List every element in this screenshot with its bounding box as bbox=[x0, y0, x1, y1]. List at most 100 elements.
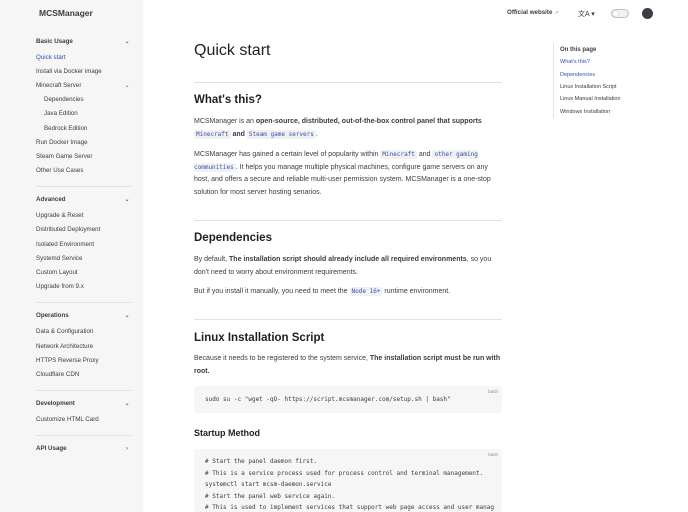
sidebar-item-label: Quick start bbox=[36, 53, 66, 61]
sidebar-group-title: API Usage bbox=[36, 445, 67, 453]
sidebar-item-label: HTTPS Reverse Proxy bbox=[36, 356, 99, 364]
code-block-install[interactable]: bash sudo su -c "wget -qO- https://scrip… bbox=[194, 386, 502, 413]
sidebar-item[interactable]: Upgrade from 9.x bbox=[36, 280, 131, 294]
sidebar-item[interactable]: Upgrade & Reset bbox=[36, 209, 131, 223]
table-of-contents: On this page What's this? Dependencies Lin… bbox=[553, 43, 663, 118]
sidebar-item-label: Other Use Cases bbox=[36, 167, 84, 175]
sidebar-item[interactable]: Other Use Cases bbox=[36, 164, 131, 178]
sidebar-item-label: Bedrock Edition bbox=[44, 124, 88, 132]
dependencies-paragraph-1: By default, The installation script shou… bbox=[194, 254, 504, 279]
toc-item[interactable]: Linux Manual Installation bbox=[554, 93, 663, 105]
sidebar-group-header[interactable]: Basic Usage ⌄ bbox=[36, 35, 131, 47]
brand-logo[interactable]: MCSManager bbox=[39, 8, 93, 18]
sidebar-item[interactable]: Steam Game Server bbox=[36, 149, 131, 163]
sidebar-group-header[interactable]: Operations ⌄ bbox=[36, 310, 131, 322]
github-icon[interactable] bbox=[642, 8, 653, 19]
code-language-label: bash bbox=[488, 452, 498, 457]
heading-startup-method: Startup Method bbox=[194, 428, 260, 438]
sidebar-item-label: Java Edition bbox=[44, 110, 78, 118]
chevron-down-icon[interactable]: ⌄ bbox=[123, 312, 131, 319]
sidebar-item-label: Distributed Deployment bbox=[36, 226, 101, 234]
chevron-down-icon[interactable]: ⌄ bbox=[123, 196, 131, 203]
text: . It helps you manage multiple physical … bbox=[194, 163, 491, 196]
toggle-knob bbox=[613, 11, 618, 16]
code-content: sudo su -c "wget -qO- https://script.mcs… bbox=[205, 396, 451, 403]
text: By default, bbox=[194, 256, 230, 263]
theme-toggle[interactable] bbox=[611, 9, 629, 18]
external-link-icon: ↗ bbox=[554, 9, 559, 16]
sidebar-item-label: Systemd Service bbox=[36, 254, 83, 262]
page-title: Quick start bbox=[194, 42, 271, 59]
sidebar-item[interactable]: Minecraft Server ⌄ bbox=[36, 78, 131, 92]
divider bbox=[194, 82, 502, 83]
strong-text: and bbox=[230, 130, 247, 138]
text: Because it needs to be registered to the… bbox=[194, 355, 370, 362]
sidebar-item-label: Run Docker Image bbox=[36, 138, 88, 146]
sidebar-group-header[interactable]: API Usage › bbox=[36, 443, 131, 455]
sidebar-item[interactable]: Systemd Service bbox=[36, 251, 131, 265]
toc-title: On this page bbox=[560, 46, 597, 53]
sidebar-item-label: Upgrade from 9.x bbox=[36, 283, 84, 291]
inline-code: Minecraft bbox=[380, 150, 417, 159]
sidebar-item[interactable]: Customize HTML Card bbox=[36, 413, 131, 427]
sidebar-group-header[interactable]: Advanced ⌄ bbox=[36, 194, 131, 206]
text: runtime environment. bbox=[382, 288, 451, 295]
linux-script-paragraph: Because it needs to be registered to the… bbox=[194, 353, 504, 378]
toc-item[interactable]: Dependencies bbox=[554, 68, 663, 80]
sidebar-item-label: Customize HTML Card bbox=[36, 416, 99, 424]
sidebar-group-header[interactable]: Development ⌄ bbox=[36, 398, 131, 410]
strong-text: The installation script should already i… bbox=[229, 256, 467, 263]
sidebar-item-label: Upgrade & Reset bbox=[36, 212, 84, 220]
language-switcher-icon[interactable]: 文A ▾ bbox=[578, 9, 595, 19]
sidebar-item-label: Data & Configuration bbox=[36, 328, 94, 336]
sidebar-item-label: Dependencies bbox=[44, 96, 84, 104]
code-block-startup[interactable]: bash # Start the panel daemon first. # T… bbox=[194, 449, 502, 512]
sidebar-item[interactable]: Custom Layout bbox=[36, 265, 131, 279]
dependencies-paragraph-2: But if you install it manually, you need… bbox=[194, 286, 504, 299]
sidebar-item-label: Network Architecture bbox=[36, 342, 94, 350]
sidebar-item[interactable]: HTTPS Reverse Proxy bbox=[36, 353, 131, 367]
text: But if you install it manually, you need… bbox=[194, 288, 350, 295]
chevron-down-icon[interactable]: ⌄ bbox=[123, 82, 131, 89]
sidebar-item[interactable]: Network Architecture bbox=[36, 339, 131, 353]
sidebar-item-label: Cloudflare CDN bbox=[36, 370, 80, 378]
sidebar-item[interactable]: Cloudflare CDN bbox=[36, 367, 131, 381]
heading-whats-this: What's this? bbox=[194, 94, 262, 106]
sidebar-separator bbox=[36, 434, 131, 436]
chevron-down-icon[interactable]: ⌄ bbox=[123, 38, 131, 45]
sidebar-item[interactable]: Distributed Deployment bbox=[36, 223, 131, 237]
text: . bbox=[315, 130, 318, 138]
sidebar-group-title: Basic Usage bbox=[36, 37, 73, 45]
sidebar-item[interactable]: Bedrock Edition bbox=[36, 121, 131, 135]
sidebar-item[interactable]: Run Docker Image bbox=[36, 135, 131, 149]
sidebar-item-label: Isolated Environment bbox=[36, 240, 95, 248]
chevron-down-icon[interactable]: ⌄ bbox=[123, 400, 131, 407]
sidebar-item[interactable]: Java Edition bbox=[36, 107, 131, 121]
sidebar-item[interactable]: Dependencies bbox=[36, 93, 131, 107]
sidebar-separator bbox=[36, 301, 131, 303]
sidebar-separator bbox=[36, 389, 131, 391]
whats-this-paragraph-1: MCSManager is an open-source, distribute… bbox=[194, 116, 504, 141]
sidebar-item[interactable]: Install via Docker image bbox=[36, 64, 131, 78]
official-website-label: Official website bbox=[507, 9, 553, 16]
sidebar-group-title: Advanced bbox=[36, 196, 66, 204]
sidebar-item[interactable]: Isolated Environment bbox=[36, 237, 131, 251]
sidebar-item-label: Steam Game Server bbox=[36, 152, 93, 160]
text: and bbox=[416, 151, 433, 158]
toc-item[interactable]: What's this? bbox=[554, 56, 663, 68]
text: MCSManager is an bbox=[194, 118, 256, 125]
sidebar-item-label: Minecraft Server bbox=[36, 81, 82, 89]
divider bbox=[194, 319, 502, 320]
official-website-link[interactable]: Official website ↗ bbox=[507, 9, 559, 16]
inline-code: Node 16+ bbox=[349, 287, 383, 296]
sidebar-separator bbox=[36, 185, 131, 187]
sidebar-item[interactable]: Quick start bbox=[36, 50, 131, 64]
toc-item[interactable]: Windows Installation bbox=[554, 106, 663, 118]
inline-code: Minecraft bbox=[194, 129, 231, 139]
sidebar-group-title: Operations bbox=[36, 312, 69, 320]
toc-item[interactable]: Linux Installation Script bbox=[554, 81, 663, 93]
chevron-right-icon[interactable]: › bbox=[123, 446, 131, 452]
toc-list: What's this? Dependencies Linux Installati… bbox=[554, 56, 663, 118]
sidebar-item[interactable]: Data & Configuration bbox=[36, 325, 131, 339]
sidebar-nav: Basic Usage ⌄ Quick start Install via Docke… bbox=[36, 35, 131, 455]
